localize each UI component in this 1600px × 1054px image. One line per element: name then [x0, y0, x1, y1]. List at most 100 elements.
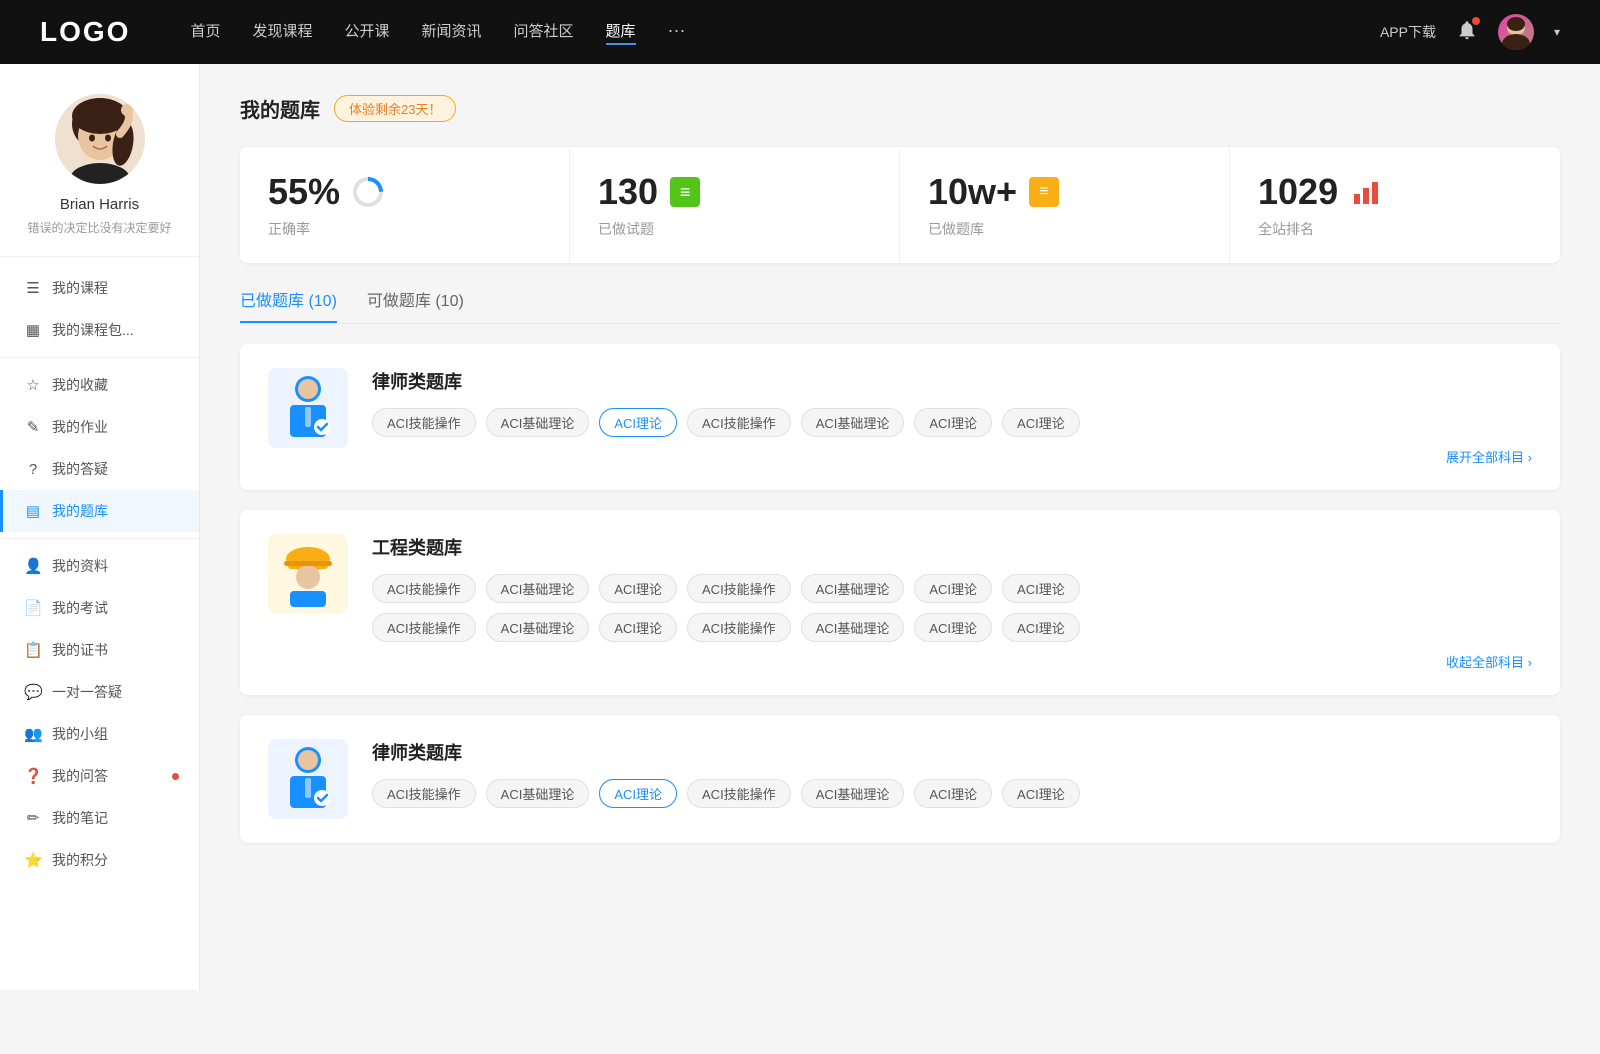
tag-1-7[interactable]: ACI理论 [1002, 408, 1080, 437]
sidebar-item-label: 我的答疑 [52, 459, 108, 479]
lawyer-icon-3 [278, 744, 338, 814]
tag-3-7[interactable]: ACI理论 [1002, 779, 1080, 808]
chat-icon: 💬 [24, 683, 42, 701]
pie-chart-icon [352, 176, 384, 208]
tag-1-6[interactable]: ACI理论 [914, 408, 992, 437]
sidebar-item-exam[interactable]: 📄 我的考试 [0, 587, 199, 629]
tag-3-5[interactable]: ACI基础理论 [801, 779, 905, 808]
sidebar-item-label: 我的问答 [52, 766, 108, 786]
nav-qa[interactable]: 问答社区 [514, 20, 574, 45]
qbank-card-inner-3: 律师类题库 ACI技能操作 ACI基础理论 ACI理论 ACI技能操作 ACI基… [268, 739, 1532, 819]
layout: Brian Harris 错误的决定比没有决定要好 ☰ 我的课程 ▦ 我的课程包… [0, 64, 1600, 990]
engineer-icon [278, 539, 338, 609]
homework-icon: ✎ [24, 418, 42, 436]
question-icon: ? [24, 461, 42, 478]
sidebar-item-favorites[interactable]: ☆ 我的收藏 [0, 364, 199, 406]
tag-3-3[interactable]: ACI理论 [599, 779, 677, 808]
collapse-link-2[interactable]: 收起全部科目 › [372, 652, 1532, 671]
nav-news[interactable]: 新闻资讯 [422, 20, 482, 45]
tag-2-9[interactable]: ACI基础理论 [486, 613, 590, 642]
sidebar-item-label: 我的题库 [52, 501, 108, 521]
tag-1-5[interactable]: ACI基础理论 [801, 408, 905, 437]
tag-2-8[interactable]: ACI技能操作 [372, 613, 476, 642]
sidebar-item-group[interactable]: 👥 我的小组 [0, 713, 199, 755]
stat-value-rank: 1029 [1258, 171, 1338, 213]
tag-1-4[interactable]: ACI技能操作 [687, 408, 791, 437]
tag-1-3[interactable]: ACI理论 [599, 408, 677, 437]
tag-2-14[interactable]: ACI理论 [1002, 613, 1080, 642]
sidebar-item-my-course[interactable]: ☰ 我的课程 [0, 267, 199, 309]
sidebar-item-profile[interactable]: 👤 我的资料 [0, 545, 199, 587]
qbank-content-2: 工程类题库 ACI技能操作 ACI基础理论 ACI理论 ACI技能操作 ACI基… [372, 534, 1532, 671]
tag-2-12[interactable]: ACI基础理论 [801, 613, 905, 642]
notes-icon: ✏ [24, 809, 42, 827]
profile-avatar-image [55, 94, 145, 184]
tag-2-11[interactable]: ACI技能操作 [687, 613, 791, 642]
tag-2-10[interactable]: ACI理论 [599, 613, 677, 642]
sidebar-item-label: 我的积分 [52, 850, 108, 870]
nav-discover[interactable]: 发现课程 [252, 20, 312, 45]
stat-label-rank: 全站排名 [1258, 219, 1532, 239]
nav-right: APP下载 ▾ [1380, 14, 1560, 50]
qbank-icon-engineer [268, 534, 348, 614]
tag-1-1[interactable]: ACI技能操作 [372, 408, 476, 437]
tab-done-banks[interactable]: 已做题库 (10) [240, 287, 337, 323]
sidebar-item-certificate[interactable]: 📋 我的证书 [0, 629, 199, 671]
book-icon: ≡ [670, 177, 700, 207]
sidebar-item-points[interactable]: ⭐ 我的积分 [0, 839, 199, 881]
nav-qbank[interactable]: 题库 [606, 20, 636, 45]
qbank-card-1: 律师类题库 ACI技能操作 ACI基础理论 ACI理论 ACI技能操作 ACI基… [240, 344, 1560, 490]
stat-value-done-q: 130 [598, 171, 658, 213]
qbank-icon: ▤ [24, 502, 42, 520]
bell-icon[interactable] [1456, 19, 1478, 46]
avatar[interactable] [1498, 14, 1534, 50]
tab-available-banks[interactable]: 可做题库 (10) [367, 287, 464, 323]
stat-top-done-b: 10w+ ≡ [928, 171, 1201, 213]
nav-more[interactable]: ··· [668, 20, 686, 45]
tag-2-6[interactable]: ACI理论 [914, 574, 992, 603]
course-icon: ☰ [24, 279, 42, 297]
sidebar-item-one-on-one[interactable]: 💬 一对一答疑 [0, 671, 199, 713]
stat-done-questions: 130 ≡ 已做试题 [570, 147, 900, 263]
app-download-link[interactable]: APP下载 [1380, 22, 1436, 42]
star-icon: ☆ [24, 376, 42, 394]
tag-2-3[interactable]: ACI理论 [599, 574, 677, 603]
stat-value-accuracy: 55% [268, 171, 340, 213]
sidebar-item-label: 我的证书 [52, 640, 108, 660]
nav-home[interactable]: 首页 [190, 20, 220, 45]
qa-notification-dot [172, 773, 179, 780]
qa-icon: ❓ [24, 767, 42, 785]
tag-3-1[interactable]: ACI技能操作 [372, 779, 476, 808]
sidebar-item-homework[interactable]: ✎ 我的作业 [0, 406, 199, 448]
nav-chevron-icon[interactable]: ▾ [1554, 25, 1560, 39]
stat-done-banks: 10w+ ≡ 已做题库 [900, 147, 1230, 263]
menu-divider-1 [0, 357, 199, 358]
sidebar-item-label: 我的小组 [52, 724, 108, 744]
tabs-row: 已做题库 (10) 可做题库 (10) [240, 287, 1560, 324]
sidebar-item-my-qa[interactable]: ❓ 我的问答 [0, 755, 199, 797]
profile-avatar [55, 94, 145, 184]
tag-3-2[interactable]: ACI基础理论 [486, 779, 590, 808]
sidebar-item-qbank[interactable]: ▤ 我的题库 [0, 490, 199, 532]
tag-2-7[interactable]: ACI理论 [1002, 574, 1080, 603]
sidebar-item-course-package[interactable]: ▦ 我的课程包... [0, 309, 199, 351]
sidebar-item-notes[interactable]: ✏ 我的笔记 [0, 797, 199, 839]
sidebar-item-label: 我的作业 [52, 417, 108, 437]
tag-3-4[interactable]: ACI技能操作 [687, 779, 791, 808]
tag-2-4[interactable]: ACI技能操作 [687, 574, 791, 603]
tag-3-6[interactable]: ACI理论 [914, 779, 992, 808]
tag-2-2[interactable]: ACI基础理论 [486, 574, 590, 603]
sidebar-item-label: 我的资料 [52, 556, 108, 576]
sidebar-item-questions[interactable]: ? 我的答疑 [0, 448, 199, 490]
tag-1-2[interactable]: ACI基础理论 [486, 408, 590, 437]
tag-2-1[interactable]: ACI技能操作 [372, 574, 476, 603]
tag-2-5[interactable]: ACI基础理论 [801, 574, 905, 603]
main-content: 我的题库 体验剩余23天！ 55% 正确率 [200, 64, 1600, 990]
bell-notification-dot [1472, 17, 1480, 25]
tag-2-13[interactable]: ACI理论 [914, 613, 992, 642]
stat-top-done-q: 130 ≡ [598, 171, 871, 213]
qbank-content-1: 律师类题库 ACI技能操作 ACI基础理论 ACI理论 ACI技能操作 ACI基… [372, 368, 1532, 466]
expand-link-1[interactable]: 展开全部科目 › [372, 447, 1532, 466]
nav-open-course[interactable]: 公开课 [344, 20, 389, 45]
page-title: 我的题库 [240, 94, 320, 123]
